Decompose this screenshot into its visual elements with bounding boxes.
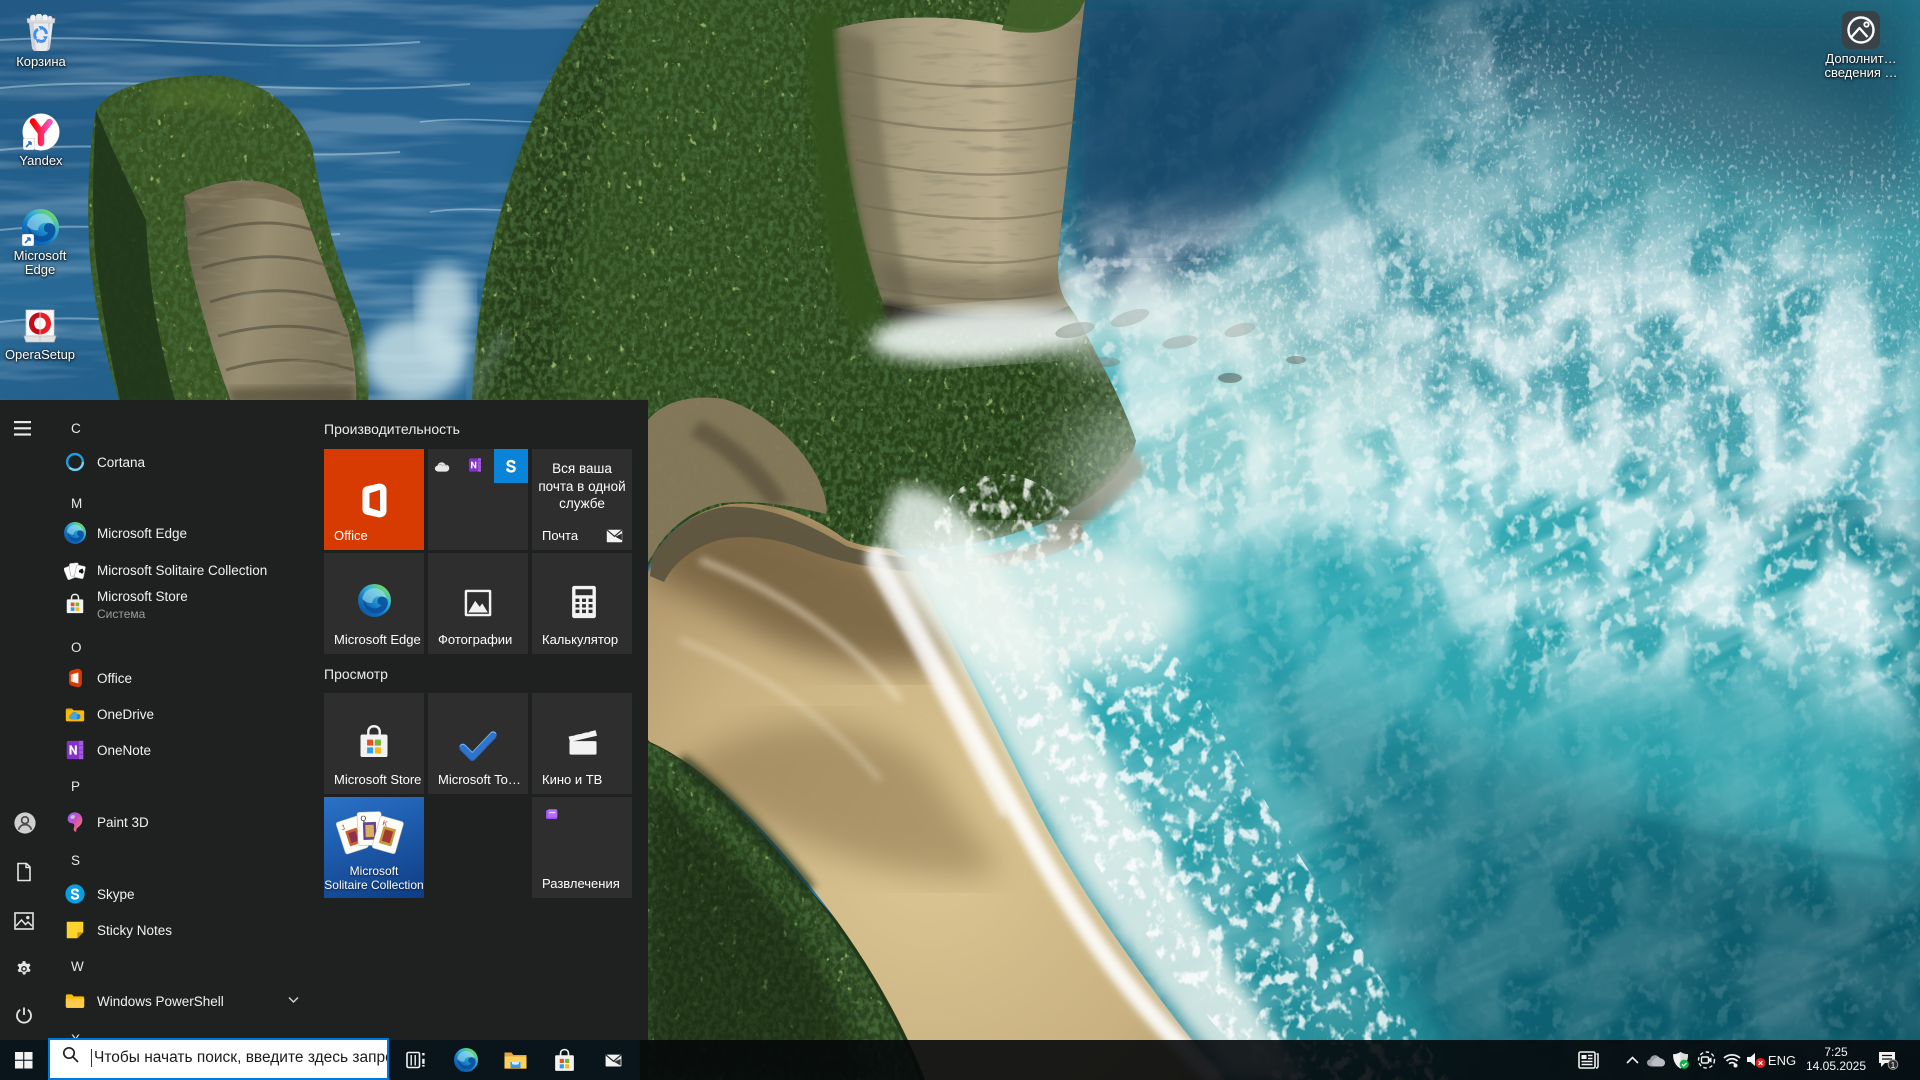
svg-text:Q: Q [360,814,366,823]
svg-text:1: 1 [1891,1060,1896,1070]
